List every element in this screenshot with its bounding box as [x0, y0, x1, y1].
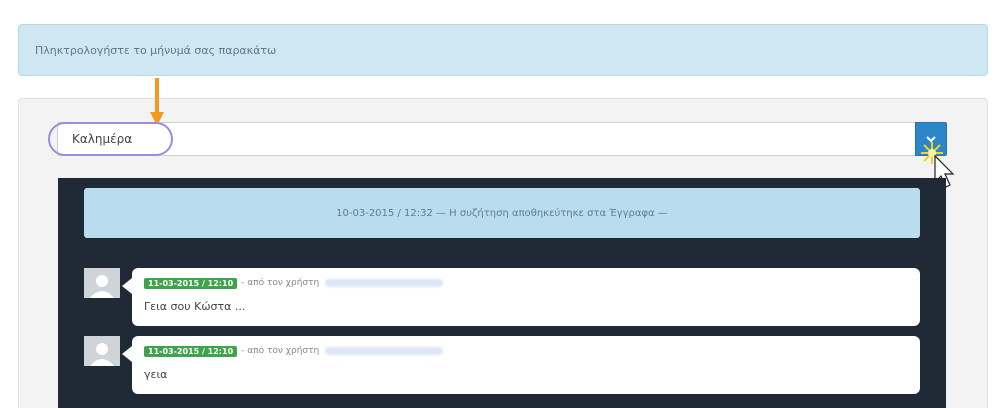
chat-notice: 10-03-2015 / 12:32 — Η συζήτηση αποθηκεύ… [84, 188, 920, 238]
message-bubble: 11-03-2015 / 12:10 - από τον χρήστη Γεια… [122, 268, 920, 326]
send-button[interactable] [915, 122, 947, 156]
chat-notice-text: 10-03-2015 / 12:32 — Η συζήτηση αποθηκεύ… [336, 207, 668, 219]
chevron-down-icon [926, 136, 936, 143]
message-input-row [57, 122, 947, 156]
message-meta: 11-03-2015 / 12:10 - από τον χρήστη [144, 276, 908, 290]
user-silhouette-icon [90, 343, 114, 366]
avatar [84, 268, 120, 298]
message-meta: 11-03-2015 / 12:10 - από τον χρήστη [144, 344, 908, 358]
time-badge: 11-03-2015 / 12:10 [144, 345, 238, 357]
time-badge: 11-03-2015 / 12:10 [144, 277, 238, 289]
avatar [84, 336, 120, 366]
message-bubble: 11-03-2015 / 12:10 - από τον χρήστη γεια [122, 336, 920, 394]
info-banner: Πληκτρολογήστε το μήνυμά σας παρακάτω [18, 24, 988, 76]
blurred-username [325, 347, 444, 355]
chat-box: 10-03-2015 / 12:32 — Η συζήτηση αποθηκεύ… [58, 178, 946, 408]
message-sender-label: - από τον χρήστη [241, 346, 320, 356]
message-input[interactable] [57, 122, 915, 156]
user-silhouette-icon [90, 275, 114, 298]
blurred-username [325, 279, 444, 287]
chat-message: 11-03-2015 / 12:10 - από τον χρήστη γεια [84, 336, 920, 394]
info-banner-text: Πληκτρολογήστε το μήνυμά σας παρακάτω [35, 43, 277, 57]
chat-message: 11-03-2015 / 12:10 - από τον χρήστη Γεια… [84, 268, 920, 326]
message-sender-label: - από τον χρήστη [241, 278, 320, 288]
message-text: Γεια σου Κώστα ... [144, 300, 246, 313]
message-text: γεια [144, 368, 168, 381]
